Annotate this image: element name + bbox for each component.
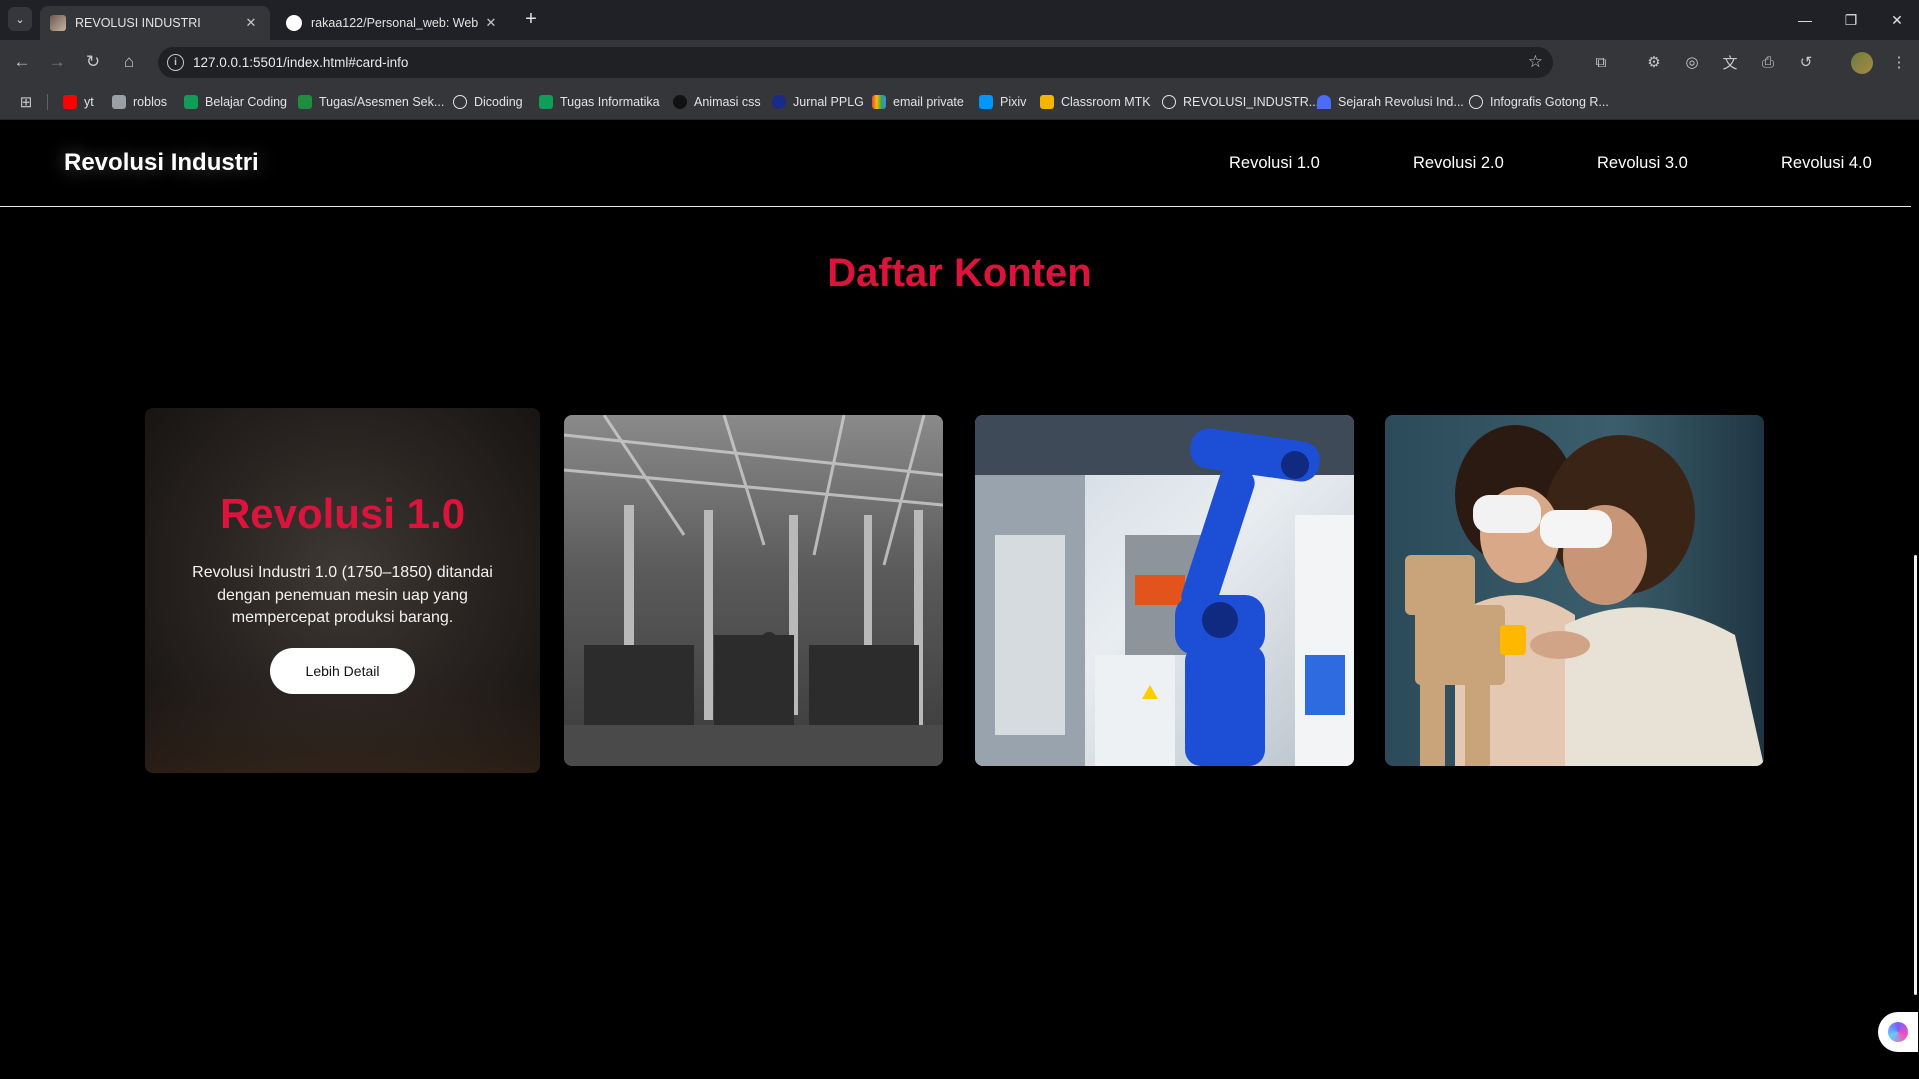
- url-text[interactable]: 127.0.0.1:5501/index.html#card-info: [193, 55, 408, 70]
- card-description: Revolusi Industri 1.0 (1750–1850) ditand…: [192, 564, 493, 626]
- nav-revolusi-3[interactable]: Revolusi 3.0: [1597, 154, 1688, 173]
- restore-icon[interactable]: ❐: [1836, 6, 1866, 34]
- address-bar[interactable]: i 127.0.0.1:5501/index.html#card-info ☆: [158, 47, 1553, 78]
- bookmark-pixiv[interactable]: Pixiv: [979, 93, 1026, 111]
- card-revolusi-1[interactable]: Revolusi 1.0 Revolusi Industri 1.0 (1750…: [145, 408, 540, 773]
- bookmark-tugas-asesmen[interactable]: Tugas/Asesmen Sek...: [298, 93, 444, 111]
- tab-title: rakaa122/Personal_web: Web: [311, 16, 479, 30]
- tab-favicon-icon: [50, 15, 66, 31]
- assistant-icon: [1888, 1022, 1908, 1042]
- nav-revolusi-2[interactable]: Revolusi 2.0: [1413, 154, 1504, 173]
- bookmark-label: Belajar Coding: [205, 95, 287, 109]
- tab-github[interactable]: rakaa122/Personal_web: Web ✕: [276, 6, 510, 40]
- bookmark-label: Sejarah Revolusi Ind...: [1338, 95, 1464, 109]
- back-icon[interactable]: ←: [9, 49, 35, 75]
- sheets-icon: [298, 95, 312, 109]
- factory-photo-image: [564, 415, 943, 766]
- bookmark-divider: [47, 94, 48, 110]
- bookmark-sejarah-revolusi[interactable]: Sejarah Revolusi Ind...: [1317, 93, 1464, 111]
- bookmarks-bar: ⊞ yt roblos Belajar Coding Tugas/Asesmen…: [0, 84, 1919, 120]
- bookmark-label: Tugas Informatika: [560, 95, 660, 109]
- detail-button[interactable]: Lebih Detail: [270, 648, 415, 694]
- bookmark-label: Infografis Gotong R...: [1490, 95, 1609, 109]
- sejarah-icon: [1317, 95, 1331, 109]
- reload-icon[interactable]: ↻: [80, 49, 106, 75]
- bookmark-label: Jurnal PPLG: [793, 95, 864, 109]
- bookmark-revolusi-industri[interactable]: REVOLUSI_INDUSTR...: [1162, 93, 1319, 111]
- bookmark-tugas-informatika[interactable]: Tugas Informatika: [539, 93, 660, 111]
- bookmark-jurnal-pplg[interactable]: Jurnal PPLG: [772, 93, 864, 111]
- nav-revolusi-1[interactable]: Revolusi 1.0: [1229, 154, 1320, 173]
- w3-icon: [184, 95, 198, 109]
- bookmark-label: Pixiv: [1000, 95, 1027, 109]
- robot-arm-image: [975, 415, 1354, 766]
- history-icon[interactable]: ↺: [1794, 50, 1818, 74]
- nav-revolusi-4[interactable]: Revolusi 4.0: [1781, 154, 1872, 173]
- tab-revolusi-industri[interactable]: REVOLUSI INDUSTRI ✕: [40, 6, 270, 40]
- forward-icon[interactable]: →: [44, 49, 70, 75]
- bookmark-star-icon[interactable]: ☆: [1528, 52, 1543, 72]
- scrollbar-thumb[interactable]: [1914, 555, 1917, 995]
- bookmark-label: roblos: [133, 95, 168, 109]
- menu-icon[interactable]: ⋮: [1887, 50, 1911, 74]
- globe-icon: [1469, 95, 1483, 109]
- bookmark-label: yt: [84, 95, 94, 109]
- bookmark-belajar-coding[interactable]: Belajar Coding: [184, 93, 287, 111]
- apps-grid-icon[interactable]: ⊞: [17, 93, 35, 111]
- extensions-icon[interactable]: ⧉: [1589, 50, 1613, 74]
- youtube-icon: [63, 95, 77, 109]
- devtools-icon[interactable]: ⚙: [1642, 50, 1666, 74]
- bookmark-label: email private: [893, 95, 964, 109]
- bookmark-animasi-css[interactable]: Animasi css: [673, 93, 761, 111]
- profile-avatar[interactable]: [1851, 52, 1873, 74]
- sheets-icon: [539, 95, 553, 109]
- classroom-icon: [1040, 95, 1054, 109]
- globe-icon: [1162, 95, 1176, 109]
- section-title: Daftar Konten: [827, 251, 1092, 295]
- bookmark-email-private[interactable]: email private: [872, 93, 964, 111]
- roblox-icon: [112, 95, 126, 109]
- jurnal-icon: [772, 95, 786, 109]
- translate-icon[interactable]: 文: [1718, 50, 1742, 74]
- bookmark-classroom-mtk[interactable]: Classroom MTK: [1040, 93, 1151, 111]
- github-icon: [286, 15, 302, 31]
- site-info-icon[interactable]: i: [167, 54, 184, 71]
- gmail-icon: [872, 95, 886, 109]
- bookmark-dicoding[interactable]: Dicoding: [453, 93, 523, 111]
- close-icon[interactable]: ✕: [242, 14, 260, 32]
- tab-search-icon[interactable]: ⌄: [8, 7, 32, 31]
- site-brand[interactable]: Revolusi Industri: [64, 149, 259, 177]
- close-icon[interactable]: ✕: [482, 14, 500, 32]
- bookmark-infografis[interactable]: Infografis Gotong R...: [1469, 93, 1609, 111]
- screenshot-icon[interactable]: ◎: [1680, 50, 1704, 74]
- minimize-icon[interactable]: —: [1790, 6, 1820, 34]
- bookmark-label: Animasi css: [694, 95, 761, 109]
- card-revolusi-3[interactable]: [975, 415, 1354, 766]
- new-tab-button[interactable]: +: [520, 9, 542, 31]
- assistant-floating-button[interactable]: [1878, 1012, 1918, 1052]
- card-revolusi-4[interactable]: [1385, 415, 1764, 766]
- card-revolusi-2[interactable]: [564, 415, 943, 766]
- bookmark-label: Dicoding: [474, 95, 523, 109]
- print-icon[interactable]: ⎙: [1756, 50, 1780, 74]
- bookmark-roblos[interactable]: roblos: [112, 93, 167, 111]
- bookmark-yt[interactable]: yt: [63, 93, 94, 111]
- bookmark-label: REVOLUSI_INDUSTR...: [1183, 95, 1320, 109]
- pixiv-icon: [979, 95, 993, 109]
- window-close-icon[interactable]: ✕: [1882, 6, 1912, 34]
- web-page: Revolusi Industri Revolusi 1.0 Revolusi …: [0, 121, 1919, 1079]
- card-title: Revolusi 1.0: [219, 490, 466, 537]
- bookmark-label: Tugas/Asesmen Sek...: [319, 95, 445, 109]
- site-header: Revolusi Industri Revolusi 1.0 Revolusi …: [0, 121, 1919, 207]
- animasi-icon: [673, 95, 687, 109]
- tab-title: REVOLUSI INDUSTRI: [75, 16, 201, 30]
- tab-strip: ⌄ REVOLUSI INDUSTRI ✕ rakaa122/Personal_…: [0, 0, 1919, 40]
- dicoding-icon: [453, 95, 467, 109]
- browser-toolbar: ← → ↻ ⌂ i 127.0.0.1:5501/index.html#card…: [0, 40, 1919, 84]
- home-icon[interactable]: ⌂: [116, 49, 142, 75]
- vr-robotics-image: [1385, 415, 1764, 766]
- bookmark-label: Classroom MTK: [1061, 95, 1151, 109]
